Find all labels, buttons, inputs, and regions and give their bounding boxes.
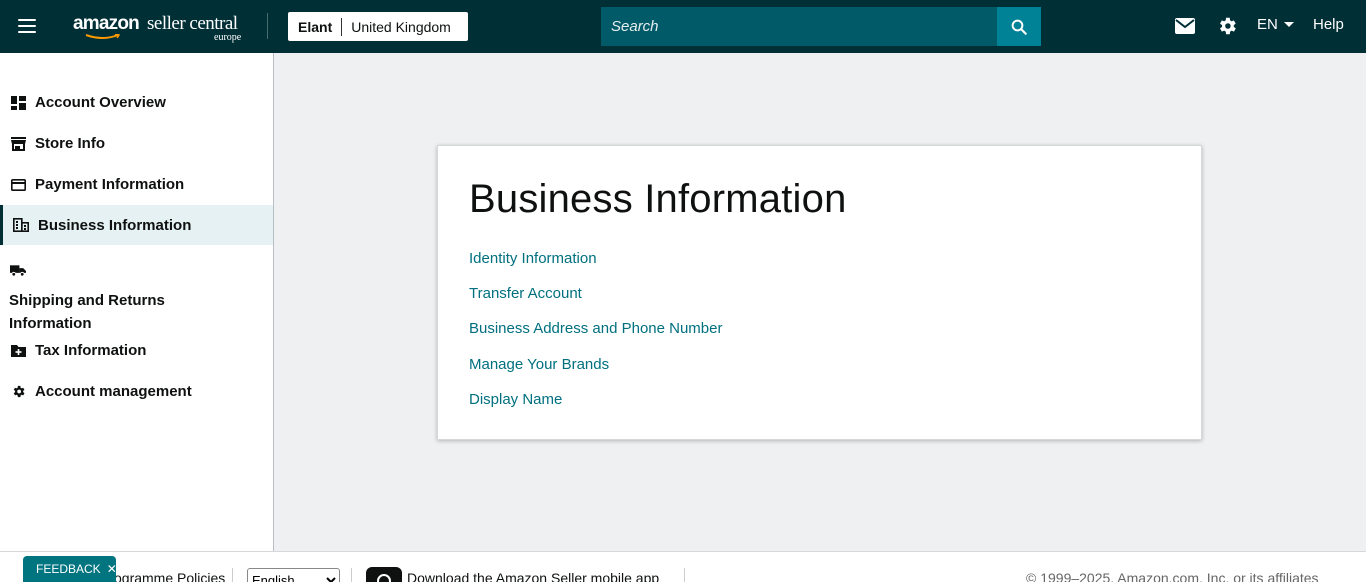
top-header: amazon seller central europe Elant Unite… xyxy=(0,0,1366,53)
search-input[interactable] xyxy=(601,7,997,46)
search-bar xyxy=(601,7,1041,46)
page-title: Business Information xyxy=(469,177,847,221)
building-icon xyxy=(13,217,29,233)
transfer-account-link[interactable]: Transfer Account xyxy=(469,285,582,302)
search-button[interactable] xyxy=(997,7,1041,46)
logo-region: europe xyxy=(214,32,242,43)
search-icon xyxy=(1011,19,1027,35)
feedback-label: FEEDBACK xyxy=(36,562,101,576)
sidebar-item-label: Payment Information xyxy=(35,176,185,193)
sidebar-item-store-info[interactable]: Store Info xyxy=(0,132,273,155)
footer-divider xyxy=(684,568,685,582)
gear-icon[interactable] xyxy=(1215,14,1239,38)
sidebar-item-label: Store Info xyxy=(35,135,105,152)
business-information-card: Business Information Identity Informatio… xyxy=(437,145,1202,440)
copyright-text: © 1999–2025, Amazon.com, Inc. or its aff… xyxy=(1026,570,1319,582)
sidebar-item-label: Tax Information xyxy=(35,342,147,359)
business-address-link[interactable]: Business Address and Phone Number xyxy=(469,320,722,337)
footer-divider xyxy=(232,568,233,582)
download-app-link[interactable]: Download the Amazon Seller mobile app xyxy=(407,570,659,582)
sidebar-item-account-management[interactable]: Account management xyxy=(0,380,273,403)
help-link[interactable]: Help xyxy=(1313,16,1344,33)
logo-brand: amazon xyxy=(73,13,140,34)
mail-icon[interactable] xyxy=(1173,14,1197,38)
sidebar: Account Overview Store Info Payment Info… xyxy=(0,53,274,551)
sidebar-item-label: Shipping and Returns Information xyxy=(9,292,165,332)
dashboard-icon xyxy=(10,95,26,111)
account-country: United Kingdom xyxy=(351,18,451,35)
tax-folder-icon xyxy=(10,343,26,359)
language-selector[interactable]: EN xyxy=(1257,16,1294,33)
programme-policies-link[interactable]: Programme Policies xyxy=(100,570,225,582)
language-label: EN xyxy=(1257,16,1278,33)
menu-icon[interactable] xyxy=(10,9,44,43)
sidebar-item-label: Business Information xyxy=(38,216,192,234)
sidebar-item-payment-information[interactable]: Payment Information xyxy=(0,173,273,196)
chevron-down-icon xyxy=(1283,22,1294,27)
sidebar-item-account-overview[interactable]: Account Overview xyxy=(0,91,273,114)
identity-information-link[interactable]: Identity Information xyxy=(469,250,597,267)
amazon-smile-icon xyxy=(85,34,121,39)
sidebar-item-shipping-returns[interactable]: Shipping and Returns Information xyxy=(0,256,273,332)
footer: Programme Policies English Download the … xyxy=(0,551,1366,582)
footer-language-select[interactable]: English xyxy=(247,568,340,582)
account-name: Elant xyxy=(288,17,343,36)
footer-divider xyxy=(351,568,352,582)
sidebar-item-label: Account Overview xyxy=(35,94,166,111)
header-divider xyxy=(267,13,268,39)
seller-app-icon xyxy=(366,567,402,582)
storefront-icon xyxy=(10,136,26,152)
manage-brands-link[interactable]: Manage Your Brands xyxy=(469,356,609,373)
sidebar-item-business-information[interactable]: Business Information xyxy=(0,205,273,245)
seller-central-logo[interactable]: amazon seller central europe xyxy=(73,10,253,44)
credit-card-icon xyxy=(10,177,26,193)
close-icon[interactable]: ✕ xyxy=(107,562,117,576)
sidebar-item-label: Account management xyxy=(35,383,192,400)
feedback-button[interactable]: FEEDBACK ✕ xyxy=(23,556,117,582)
gear-icon xyxy=(10,384,26,400)
account-switcher[interactable]: Elant United Kingdom xyxy=(288,12,468,41)
sidebar-item-tax-information[interactable]: Tax Information xyxy=(0,339,273,362)
display-name-link[interactable]: Display Name xyxy=(469,391,562,408)
truck-icon xyxy=(10,262,26,278)
